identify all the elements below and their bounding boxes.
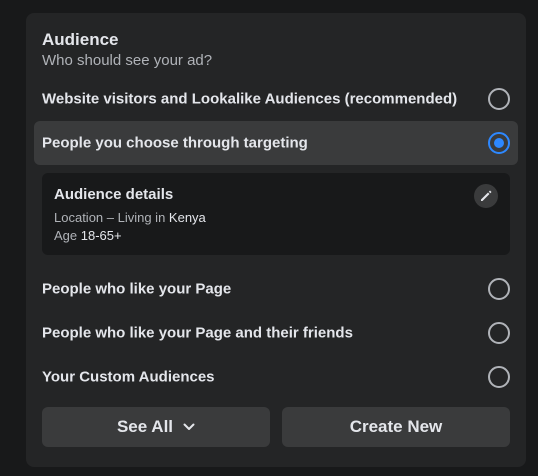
create-new-button[interactable]: Create New — [282, 407, 510, 447]
location-label: Location – Living in — [54, 210, 169, 225]
option-label: People who like your Page and their frie… — [42, 324, 353, 342]
radio-button[interactable] — [488, 366, 510, 388]
option-label: People who like your Page — [42, 280, 232, 298]
option-custom-audiences[interactable]: Your Custom Audiences — [34, 355, 518, 399]
create-new-label: Create New — [349, 417, 443, 436]
audience-details-panel: Audience details Location – Living in Ke… — [42, 173, 510, 255]
see-all-label: See All — [116, 417, 174, 436]
audience-card: Audience Who should see your ad? Website… — [26, 13, 526, 467]
location-value: Kenya — [168, 210, 206, 225]
chevron-down-icon — [183, 423, 195, 430]
audience-subtitle: Who should see your ad? — [42, 52, 213, 69]
audience-title: Audience — [42, 30, 119, 49]
location-line: Location – Living in Kenya — [54, 210, 206, 225]
see-all-button[interactable]: See All — [42, 407, 270, 447]
radio-button[interactable] — [488, 278, 510, 300]
option-page-likes[interactable]: People who like your Page — [34, 267, 518, 311]
edit-audience-button[interactable] — [474, 184, 498, 208]
option-label: People you choose through targeting — [42, 134, 308, 152]
age-value: 18-65+ — [80, 228, 122, 243]
age-label: Age — [54, 228, 81, 243]
age-line: Age 18-65+ — [54, 228, 122, 243]
audience-details-title: Audience details — [54, 186, 174, 203]
option-label: Your Custom Audiences — [42, 368, 215, 386]
radio-button[interactable] — [488, 322, 510, 344]
option-label: Website visitors and Lookalike Audiences… — [42, 90, 458, 108]
option-website-visitors[interactable]: Website visitors and Lookalike Audiences… — [34, 77, 518, 121]
option-targeting[interactable]: People you choose through targeting — [34, 121, 518, 165]
option-page-likes-friends[interactable]: People who like your Page and their frie… — [34, 311, 518, 355]
radio-button-selected[interactable] — [488, 132, 510, 154]
radio-button[interactable] — [488, 88, 510, 110]
pencil-icon — [481, 190, 492, 201]
